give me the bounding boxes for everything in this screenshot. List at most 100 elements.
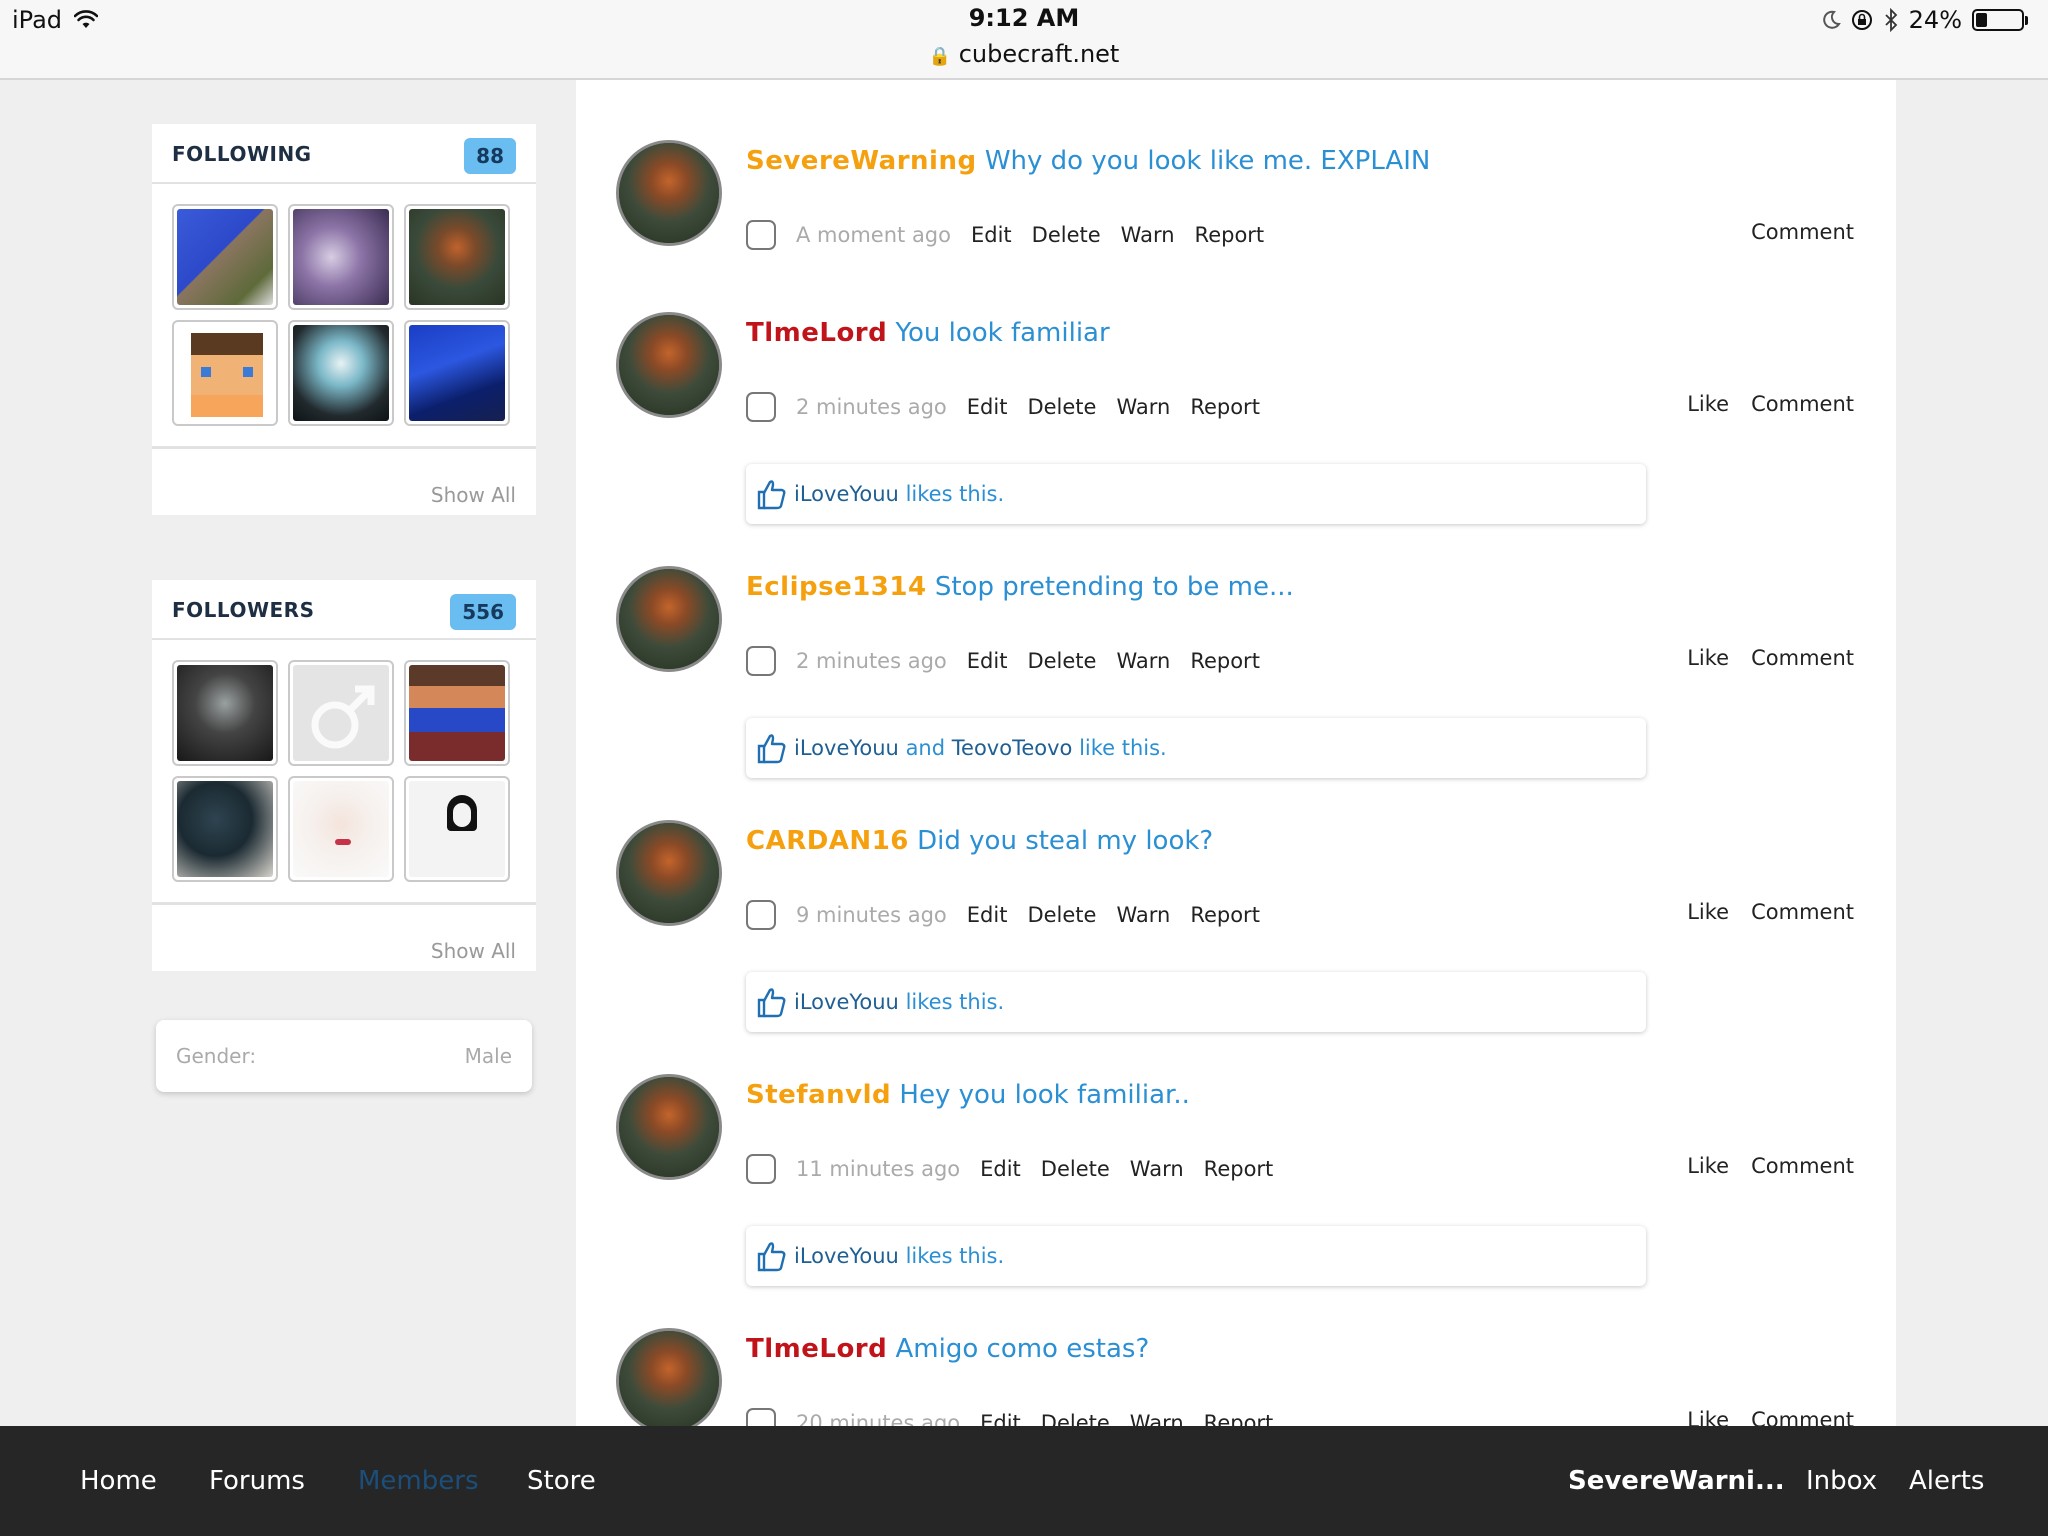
post-action-warn-link[interactable]: Warn [1116,649,1170,673]
likes-user-link[interactable]: iLoveYouu [794,990,899,1014]
post-actions: 11 minutes ago Edit Delete Warn Report [746,1152,1293,1186]
post-author-link[interactable]: SevereWarning [746,146,977,176]
post-author-link[interactable]: TlmeLord [746,1334,887,1364]
thumbs-up-icon [757,988,786,1018]
follower-avatar[interactable] [172,660,278,766]
post-action-edit-link[interactable]: Edit [971,223,1012,247]
post-like-link[interactable]: Like [1687,1154,1729,1178]
post-like-link[interactable]: Like [1687,900,1729,924]
likes-user-link[interactable]: iLoveYouu [794,1244,899,1268]
post-action-edit-link[interactable]: Edit [967,649,1008,673]
follower-avatar[interactable] [288,660,394,766]
post-avatar[interactable] [616,1074,722,1180]
bottom-nav: Home Forums Members Store SevereWarni...… [0,1426,2048,1536]
follower-avatar[interactable] [404,660,510,766]
following-panel: FOLLOWING 88 Show All [152,124,536,515]
post-action-delete-link[interactable]: Delete [1027,395,1096,419]
likes-user-link[interactable]: iLoveYouu [794,482,899,506]
following-avatar[interactable] [172,320,278,426]
nav-user-account[interactable]: SevereWarni... [1568,1466,1785,1496]
profile-posts-feed: SevereWarning Why do you look like me. E… [576,80,1896,1426]
post-action-report-link[interactable]: Report [1195,223,1265,247]
following-title: FOLLOWING [172,142,312,166]
post-action-warn-link[interactable]: Warn [1130,1157,1184,1181]
post-avatar[interactable] [616,820,722,926]
post-comment-link[interactable]: Comment [1751,646,1854,670]
post-author-link[interactable]: CARDAN16 [746,826,909,856]
follower-avatar[interactable] [172,776,278,882]
post-select-checkbox[interactable] [746,220,776,250]
post-comment-link[interactable]: Comment [1751,392,1854,416]
post-select-checkbox[interactable] [746,646,776,676]
following-header: FOLLOWING 88 [152,124,536,184]
post-action-warn-link[interactable]: Warn [1116,395,1170,419]
post-headline: CARDAN16 Did you steal my look? [746,826,1213,856]
post-action-delete-link[interactable]: Delete [1027,649,1096,673]
post-action-edit-link[interactable]: Edit [980,1411,1021,1426]
post-like-link[interactable]: Like [1687,392,1729,416]
followers-count-badge[interactable]: 556 [450,594,516,630]
following-show-all-link[interactable]: Show All [152,449,536,515]
post-action-report-link[interactable]: Report [1190,649,1260,673]
nav-members[interactable]: Members [358,1466,479,1496]
post-comment-link[interactable]: Comment [1751,900,1854,924]
thumbs-up-icon [757,480,786,510]
post-action-report-link[interactable]: Report [1190,903,1260,927]
post-action-edit-link[interactable]: Edit [980,1157,1021,1181]
post-avatar[interactable] [616,312,722,418]
address-bar[interactable]: 🔒 cubecraft.net [0,40,2048,68]
post-action-edit-link[interactable]: Edit [967,903,1008,927]
moon-icon [1822,10,1841,29]
post-like-link[interactable]: Like [1687,646,1729,670]
nav-forums[interactable]: Forums [209,1466,305,1496]
follower-avatar[interactable] [288,776,394,882]
post-author-link[interactable]: TlmeLord [746,318,887,348]
post-select-checkbox[interactable] [746,1408,776,1426]
likes-user-link[interactable]: iLoveYouu [794,736,899,760]
post-like-link[interactable]: Like [1687,1408,1729,1426]
post-select-checkbox[interactable] [746,1154,776,1184]
likes-user-link[interactable]: TeovoTeovo [952,736,1073,760]
likes-suffix: likes this. [905,1244,1005,1268]
following-avatar[interactable] [288,204,394,310]
following-count-badge[interactable]: 88 [464,138,516,174]
post-timestamp: 2 minutes ago [796,649,947,673]
post-action-delete-link[interactable]: Delete [1041,1157,1110,1181]
followers-show-all-link[interactable]: Show All [152,905,536,971]
post-action-delete-link[interactable]: Delete [1027,903,1096,927]
post-action-report-link[interactable]: Report [1204,1157,1274,1181]
post-comment-link[interactable]: Comment [1751,1408,1854,1426]
nav-store[interactable]: Store [527,1466,596,1496]
nav-inbox[interactable]: Inbox [1806,1466,1877,1496]
nav-home[interactable]: Home [80,1466,157,1496]
post-select-checkbox[interactable] [746,900,776,930]
post-action-warn-link[interactable]: Warn [1116,903,1170,927]
post-actions: 9 minutes ago Edit Delete Warn Report [746,898,1280,932]
nav-alerts[interactable]: Alerts [1909,1466,1984,1496]
post-action-report-link[interactable]: Report [1190,395,1260,419]
post-author-link[interactable]: Stefanvld [746,1080,891,1110]
post-action-warn-link[interactable]: Warn [1130,1411,1184,1426]
post-avatar[interactable] [616,140,722,246]
following-avatar[interactable] [288,320,394,426]
post-action-delete-link[interactable]: Delete [1041,1411,1110,1426]
post-avatar[interactable] [616,566,722,672]
post-author-link[interactable]: Eclipse1314 [746,572,927,602]
post-select-checkbox[interactable] [746,392,776,422]
post-avatar[interactable] [616,1328,722,1426]
post-action-report-link[interactable]: Report [1204,1411,1274,1426]
post-comment-link[interactable]: Comment [1751,220,1854,244]
post-likes-summary: iLoveYouu likes this. [746,464,1646,524]
following-avatar[interactable] [172,204,278,310]
following-grid [152,184,536,449]
post-action-delete-link[interactable]: Delete [1032,223,1101,247]
post-comment-link[interactable]: Comment [1751,1154,1854,1178]
followers-panel: FOLLOWERS 556 Show All [152,580,536,971]
rotation-lock-icon [1851,10,1872,30]
follower-avatar[interactable] [404,776,510,882]
post-message: Hey you look familiar.. [899,1080,1190,1110]
post-action-edit-link[interactable]: Edit [967,395,1008,419]
following-avatar[interactable] [404,320,510,426]
following-avatar[interactable] [404,204,510,310]
post-action-warn-link[interactable]: Warn [1121,223,1175,247]
